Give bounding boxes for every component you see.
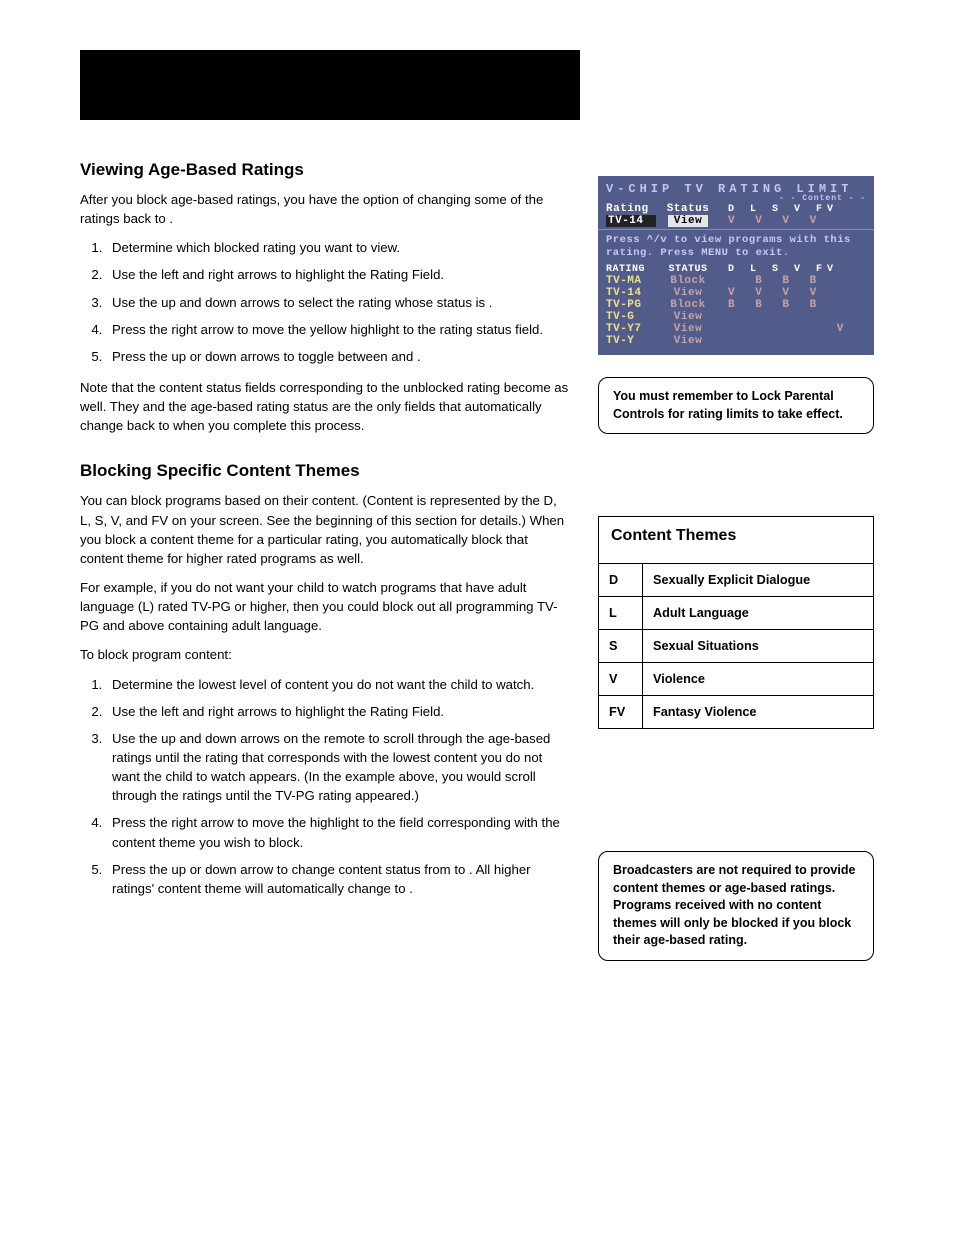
list-item: Press the right arrow to move the yellow… bbox=[106, 320, 570, 339]
osd-hdr-rating: Rating bbox=[606, 203, 656, 215]
broadcaster-note: Broadcasters are not required to provide… bbox=[598, 851, 874, 961]
vchip-osd-screenshot: V-CHIP TV RATING LIMIT - - Content - - R… bbox=[598, 176, 874, 355]
list-item: Press the up or down arrow to change con… bbox=[106, 860, 570, 898]
sidebar-column: V-CHIP TV RATING LIMIT - - Content - - R… bbox=[598, 160, 874, 961]
osd-list-hdr-status: STATUS bbox=[662, 264, 714, 275]
osd-row: TV-GView bbox=[606, 311, 866, 323]
table-row: FVFantasy Violence bbox=[599, 696, 874, 729]
list-item: Use the left and right arrows to highlig… bbox=[106, 265, 570, 284]
osd-sel-rating: TV-14 bbox=[606, 215, 656, 227]
list-item: Determine which blocked rating you want … bbox=[106, 238, 570, 257]
chapter-header-bar bbox=[80, 50, 580, 120]
intro-viewing: After you block age-based ratings, you h… bbox=[80, 190, 570, 228]
osd-selected-row: TV-14 View V V V V bbox=[606, 215, 866, 227]
note-viewing: Note that the content status fields corr… bbox=[80, 378, 570, 435]
osd-list-hdr-flags: D L S V FV bbox=[720, 264, 866, 275]
heading-viewing: Viewing Age-Based Ratings bbox=[80, 160, 570, 180]
osd-instructions: Press ^/v to view programs with this rat… bbox=[606, 234, 866, 260]
list-item: Determine the lowest level of content yo… bbox=[106, 675, 570, 694]
table-row: SSexual Situations bbox=[599, 630, 874, 663]
osd-list-hdr-rating: RATING bbox=[606, 264, 656, 275]
heading-blocking: Blocking Specific Content Themes bbox=[80, 461, 570, 481]
table-row: VViolence bbox=[599, 663, 874, 696]
content-themes-title: Content Themes bbox=[598, 516, 874, 563]
steps-blocking: Determine the lowest level of content yo… bbox=[80, 675, 570, 898]
section-viewing-ratings: Viewing Age-Based Ratings After you bloc… bbox=[80, 160, 570, 435]
table-row: DSexually Explicit Dialogue bbox=[599, 564, 874, 597]
steps-viewing: Determine which blocked rating you want … bbox=[80, 238, 570, 366]
lock-reminder-note: You must remember to Lock Parental Contr… bbox=[598, 377, 874, 434]
osd-sel-status: View bbox=[668, 215, 708, 227]
osd-row: TV-Y7View V bbox=[606, 323, 866, 335]
osd-row: TV-14ViewV V V V bbox=[606, 287, 866, 299]
section-blocking-themes: Blocking Specific Content Themes You can… bbox=[80, 461, 570, 898]
para-blocking-3: To block program content: bbox=[80, 645, 570, 664]
para-blocking-1: You can block programs based on their co… bbox=[80, 491, 570, 568]
list-item: Use the up and down arrows to select the… bbox=[106, 293, 570, 312]
para-blocking-2: For example, if you do not want your chi… bbox=[80, 578, 570, 635]
table-row: LAdult Language bbox=[599, 597, 874, 630]
list-item: Use the left and right arrows to highlig… bbox=[106, 702, 570, 721]
osd-header-row: Rating Status D L S V FV bbox=[606, 203, 866, 215]
list-item: Use the up and down arrows on the remote… bbox=[106, 729, 570, 806]
osd-row: TV-MABlock B B B bbox=[606, 275, 866, 287]
osd-sel-flags: V V V V bbox=[720, 215, 866, 227]
content-themes-table: Content Themes DSexually Explicit Dialog… bbox=[598, 516, 874, 729]
osd-list-header: RATING STATUS D L S V FV bbox=[606, 264, 866, 275]
osd-hdr-status: Status bbox=[662, 203, 714, 215]
list-item: Press the right arrow to move the highli… bbox=[106, 813, 570, 851]
osd-row: TV-YView bbox=[606, 335, 866, 347]
list-item: Press the up or down arrows to toggle be… bbox=[106, 347, 570, 366]
osd-row: TV-PGBlockB B B B bbox=[606, 299, 866, 311]
osd-hdr-flags: D L S V FV bbox=[720, 204, 866, 215]
main-text-column: Viewing Age-Based Ratings After you bloc… bbox=[80, 160, 570, 961]
